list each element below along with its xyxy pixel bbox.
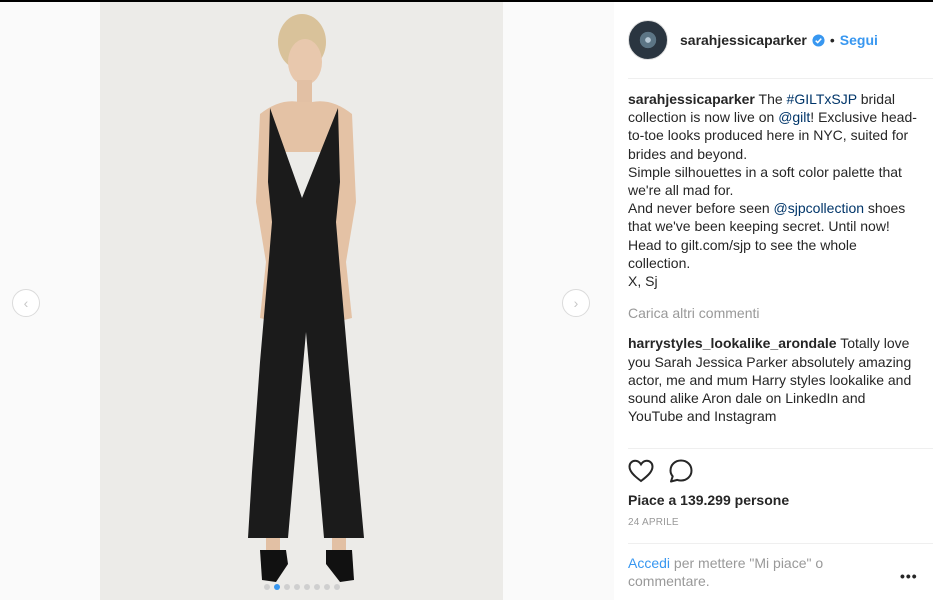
carousel-next-button[interactable]: › (562, 289, 590, 317)
separator-dot: • (829, 32, 835, 48)
caption-line: Simple silhouettes in a soft color palet… (628, 163, 902, 199)
divider (628, 543, 933, 544)
carousel-dot (293, 584, 300, 590)
carousel-prev-button[interactable]: ‹ (12, 289, 40, 317)
model-in-black-jumpsuit-image (100, 2, 503, 600)
divider (628, 448, 933, 449)
author-username[interactable]: sarahjessicaparker (680, 32, 807, 48)
caption-line: X, Sj (628, 273, 658, 290)
likes-count[interactable]: Piace a 139.299 persone (628, 492, 789, 508)
post-actions (628, 458, 694, 484)
caption-text: The (754, 91, 787, 107)
carousel-dot (283, 584, 290, 590)
hashtag-link[interactable]: #GILTxSJP (787, 91, 857, 107)
comment: harrystyles_lookalike_arondale Totally l… (628, 334, 918, 425)
carousel-dot (333, 584, 340, 590)
post-caption: sarahjessicaparker The #GILTxSJP bridal … (628, 90, 918, 290)
mention-link[interactable]: @sjpcollection (774, 200, 864, 216)
carousel-dot (323, 584, 330, 590)
caption-line: And never before seen @sjpcollection sho… (628, 199, 918, 235)
login-prompt: Accedi per mettere "Mi piace" o commenta… (628, 554, 868, 590)
comment-author[interactable]: harrystyles_lookalike_arondale (628, 335, 837, 351)
chevron-right-icon: › (573, 295, 579, 311)
carousel-dot (303, 584, 310, 590)
author-avatar[interactable] (628, 20, 668, 60)
post-header: sarahjessicaparker • Segui (628, 18, 933, 62)
heart-icon[interactable] (628, 459, 654, 483)
follow-button[interactable]: Segui (840, 32, 878, 48)
mention-link[interactable]: @gilt (778, 109, 810, 125)
carousel-dot (263, 584, 270, 590)
divider (628, 78, 933, 79)
carousel-dot (313, 584, 320, 590)
carousel-indicator (100, 584, 503, 590)
chevron-left-icon: ‹ (23, 295, 29, 311)
caption-text: And never before seen (628, 200, 774, 217)
comment-icon[interactable] (668, 458, 694, 484)
more-options-icon[interactable]: ••• (900, 568, 918, 584)
post-date: 24 APRILE (628, 517, 679, 528)
comments-list[interactable]: sarahjessicaparker The #GILTxSJP bridal … (628, 90, 918, 446)
carousel-dot (273, 584, 280, 590)
caption-author[interactable]: sarahjessicaparker (628, 91, 755, 107)
verified-badge-icon (812, 33, 825, 47)
post-photo (100, 2, 503, 600)
login-link[interactable]: Accedi (628, 555, 670, 571)
caption-line: Head to gilt.com/sjp to see the whole co… (628, 236, 857, 271)
load-more-comments-button[interactable]: Carica altri commenti (628, 304, 918, 322)
post-sidebar: sarahjessicaparker • Segui sarahjessicap… (614, 2, 933, 600)
